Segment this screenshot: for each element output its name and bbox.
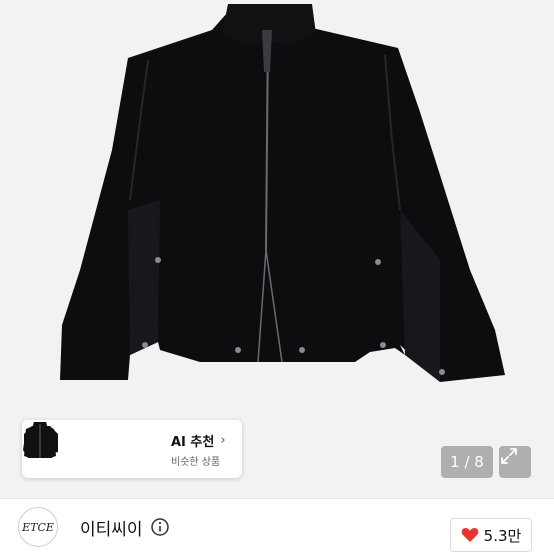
- seller-logo[interactable]: ETCE: [18, 507, 58, 547]
- ai-recommend-title: AI 추천: [171, 434, 215, 450]
- like-count: 5.3만: [483, 526, 522, 545]
- expand-icon: [501, 448, 517, 464]
- ai-recommend-card[interactable]: AI 추천 › 비슷한 상품: [22, 420, 242, 478]
- info-icon[interactable]: [150, 517, 170, 541]
- seller-bar: ETCE 이티씨이 5.3만: [0, 498, 554, 554]
- chevron-right-icon: ›: [220, 432, 226, 448]
- ai-recommend-subtitle: 비슷한 상품: [171, 456, 221, 468]
- image-page-counter: 1 / 8: [441, 446, 493, 478]
- heart-icon: [461, 528, 478, 542]
- jacket-thumbnail-3[interactable]: [24, 422, 160, 474]
- jacket-thumbnail-2[interactable]: [24, 424, 115, 474]
- expand-button[interactable]: [499, 446, 531, 478]
- product-image[interactable]: AI 추천 › 비슷한 상품 1 / 8: [0, 0, 554, 498]
- seller-name[interactable]: 이티씨이: [80, 515, 143, 540]
- jacket-thumbnail-icon: [24, 422, 56, 458]
- like-button[interactable]: 5.3만: [450, 518, 532, 552]
